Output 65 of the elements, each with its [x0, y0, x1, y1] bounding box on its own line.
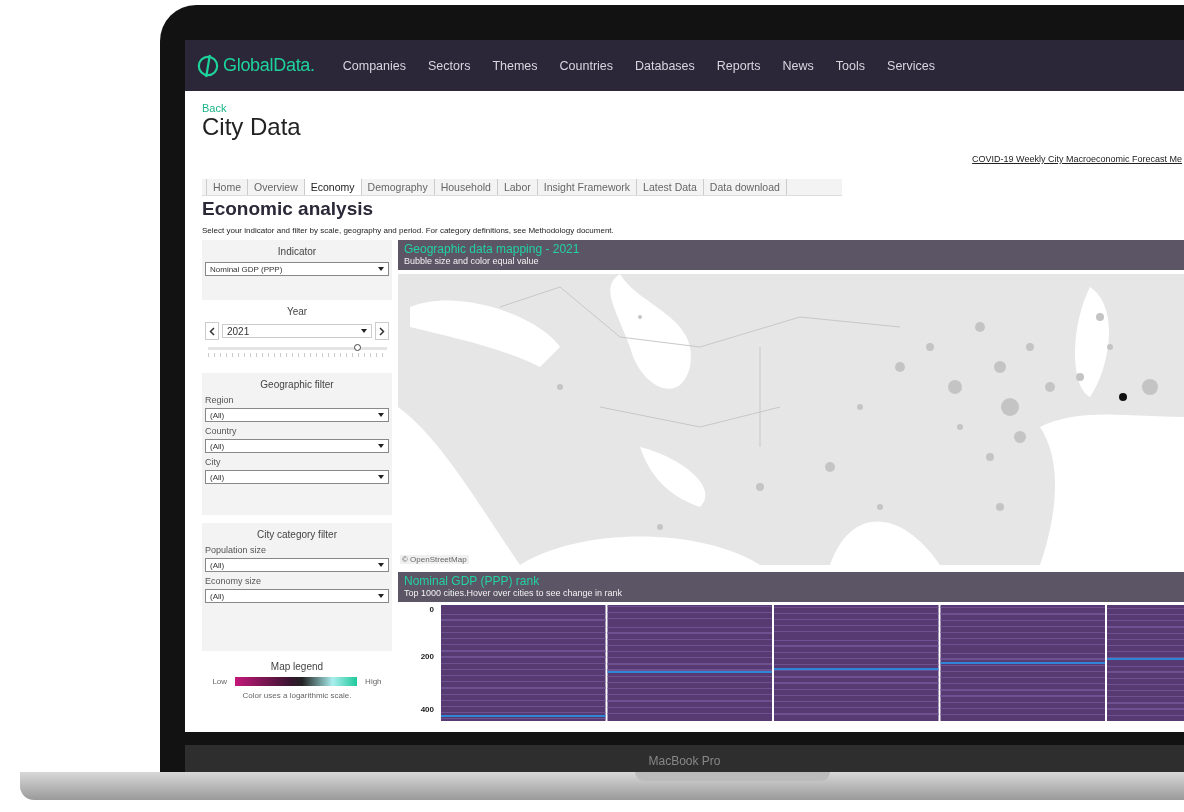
report-link[interactable]: COVID-19 Weekly City Macroeconomic Forecast Me — [972, 154, 1182, 168]
rank-heatmap-drawing[interactable] — [440, 605, 1184, 721]
section-description: Select your indicator and filter by scale, geography and period. For category definitions, see Methodology document. — [202, 226, 615, 235]
legend-title: Map legend — [269, 661, 325, 672]
legend-high-label: High — [365, 677, 382, 686]
filter-dropdown[interactable]: (All) — [205, 408, 389, 422]
page-title: City Data — [202, 114, 302, 140]
nav-link[interactable]: Tools — [835, 58, 866, 73]
next-button[interactable] — [375, 322, 389, 340]
chart-title: Nominal GDP (PPP) rank — [404, 574, 541, 588]
nav-link[interactable]: Reports — [716, 58, 761, 73]
nav-link[interactable]: Services — [887, 58, 935, 73]
tab[interactable]: Household — [434, 179, 498, 195]
chevron-left-icon — [209, 326, 215, 336]
caret-icon — [378, 413, 384, 417]
indicator-dropdown[interactable]: Nominal GDP (PPP) — [205, 262, 389, 276]
chart-title: Geographic data mapping - 2021 — [404, 242, 581, 256]
chevron-right-icon — [379, 326, 385, 336]
tab[interactable]: Demography — [361, 179, 435, 195]
field-label: Country — [205, 426, 238, 436]
caret-icon — [378, 444, 384, 448]
tab[interactable]: Economy — [304, 179, 362, 195]
field-label: Region — [205, 395, 235, 405]
panel-title: City category filter — [256, 529, 338, 540]
field-label: Economy size — [205, 576, 263, 586]
nav-link[interactable]: News — [782, 58, 814, 73]
nav-link[interactable]: Databases — [635, 58, 695, 73]
section-heading: Economic analysis — [202, 198, 375, 220]
year-dropdown[interactable]: 2021 — [222, 324, 372, 338]
tab[interactable]: Overview — [248, 179, 305, 195]
axis-tick-label: 400 — [420, 705, 434, 714]
caret-icon — [378, 594, 384, 598]
panel-title: Year — [285, 306, 309, 317]
filter-dropdown[interactable]: (All) — [205, 589, 389, 603]
filter-dropdown[interactable]: (All) — [205, 439, 389, 453]
tab[interactable]: Insight Framework — [537, 179, 638, 195]
chart-subtitle: Bubble size and color equal value — [404, 256, 540, 267]
logo-text[interactable]: GlobalData. — [223, 55, 315, 76]
tab[interactable]: Data download — [703, 179, 787, 195]
tab[interactable]: Labor — [497, 179, 538, 195]
nav-link[interactable]: Sectors — [428, 58, 471, 73]
nav-link[interactable]: Themes — [492, 58, 538, 73]
map-attribution: © OpenStreetMap — [400, 555, 469, 564]
field-label: Population size — [205, 545, 268, 555]
axis-tick-label: 0 — [429, 605, 434, 614]
caret-icon — [361, 329, 367, 333]
filter-dropdown[interactable]: (All) — [205, 470, 389, 484]
panel-title: Indicator — [276, 246, 318, 257]
caret-icon — [378, 267, 384, 271]
chart-subtitle: Top 1000 cities.Hover over cities to see change in rank — [404, 588, 624, 599]
field-label: City — [205, 457, 222, 467]
axis-tick-label: 200 — [420, 652, 434, 661]
filter-dropdown[interactable]: (All) — [205, 558, 389, 572]
tab[interactable]: Home — [207, 179, 248, 195]
legend-low-label: Low — [212, 677, 228, 686]
logo-icon — [197, 52, 219, 79]
tab[interactable]: Latest Data — [637, 179, 704, 195]
panel-title: Geographic filter — [259, 379, 335, 390]
nav-link[interactable]: Countries — [559, 58, 614, 73]
legend-note: Color uses a logarithmic scale. — [241, 691, 353, 700]
caret-icon — [378, 475, 384, 479]
previous-button[interactable] — [205, 322, 219, 340]
nav-link[interactable]: Companies — [342, 58, 406, 73]
slider-thumb[interactable] — [354, 344, 362, 351]
caret-icon — [378, 563, 384, 567]
